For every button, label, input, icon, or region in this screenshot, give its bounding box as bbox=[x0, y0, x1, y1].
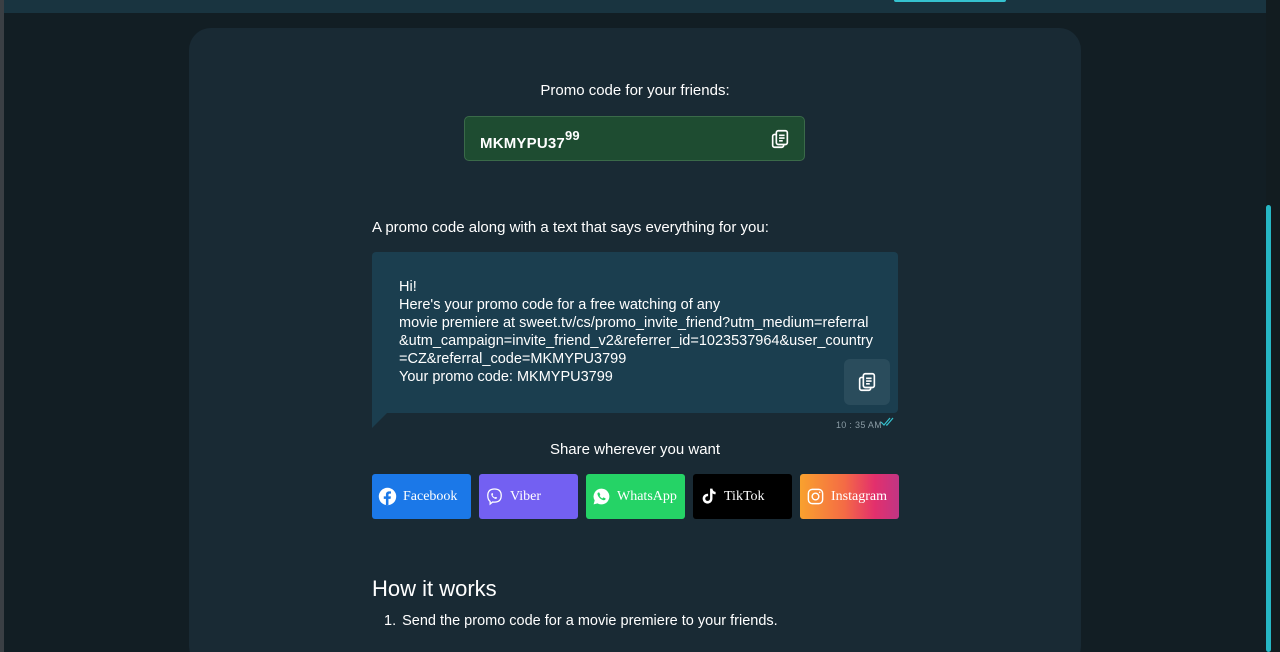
list-item: 1. Send the promo code for a movie premi… bbox=[384, 613, 778, 629]
promo-code: MKMYPU3799 bbox=[480, 128, 580, 152]
whatsapp-icon bbox=[593, 488, 610, 505]
viber-icon bbox=[487, 488, 502, 506]
tiktok-icon bbox=[702, 488, 716, 504]
share-instagram-button[interactable]: Instagram bbox=[800, 474, 899, 519]
promo-code-suffix: 99 bbox=[564, 128, 580, 143]
facebook-icon bbox=[378, 487, 397, 506]
promo-label: Promo code for your friends: bbox=[540, 82, 730, 99]
how-it-works-list: 1. Send the promo code for a movie premi… bbox=[384, 613, 778, 629]
message-text: Hi! Here's your promo code for a free wa… bbox=[399, 279, 873, 385]
copy-message-button[interactable] bbox=[844, 359, 890, 405]
header-button[interactable] bbox=[894, 0, 1006, 2]
promo-code-box[interactable]: MKMYPU3799 bbox=[464, 116, 805, 161]
share-viber-button[interactable]: Viber bbox=[479, 474, 578, 519]
copy-icon bbox=[858, 372, 876, 392]
instagram-icon bbox=[807, 488, 824, 505]
share-whatsapp-button[interactable]: WhatsApp bbox=[586, 474, 685, 519]
bubble-tail bbox=[372, 412, 388, 428]
share-whatsapp-label: WhatsApp bbox=[617, 488, 677, 504]
double-check-icon bbox=[880, 417, 894, 426]
scrollbar-thumb[interactable] bbox=[1266, 205, 1271, 652]
promo-code-main: MKMYPU37 bbox=[480, 135, 565, 152]
share-label: Share wherever you want bbox=[549, 441, 721, 458]
share-tiktok-button[interactable]: TikTok bbox=[693, 474, 792, 519]
step-text: Send the promo code for a movie premiere… bbox=[402, 613, 778, 629]
step-number: 1. bbox=[384, 613, 397, 629]
share-facebook-button[interactable]: Facebook bbox=[372, 474, 471, 519]
copy-icon[interactable] bbox=[769, 128, 791, 150]
message-time: 10 : 35 AM bbox=[836, 420, 883, 430]
share-viber-label: Viber bbox=[510, 488, 542, 504]
top-header-bar bbox=[4, 0, 1266, 13]
share-tiktok-label: TikTok bbox=[724, 488, 765, 504]
how-it-works-title: How it works bbox=[372, 576, 497, 601]
share-instagram-label: Instagram bbox=[831, 488, 887, 504]
share-buttons: Facebook Viber WhatsApp TikTok Instagram bbox=[372, 474, 899, 519]
share-facebook-label: Facebook bbox=[403, 488, 458, 504]
message-bubble: Hi! Here's your promo code for a free wa… bbox=[372, 252, 898, 413]
message-label: A promo code along with a text that says… bbox=[372, 219, 769, 236]
